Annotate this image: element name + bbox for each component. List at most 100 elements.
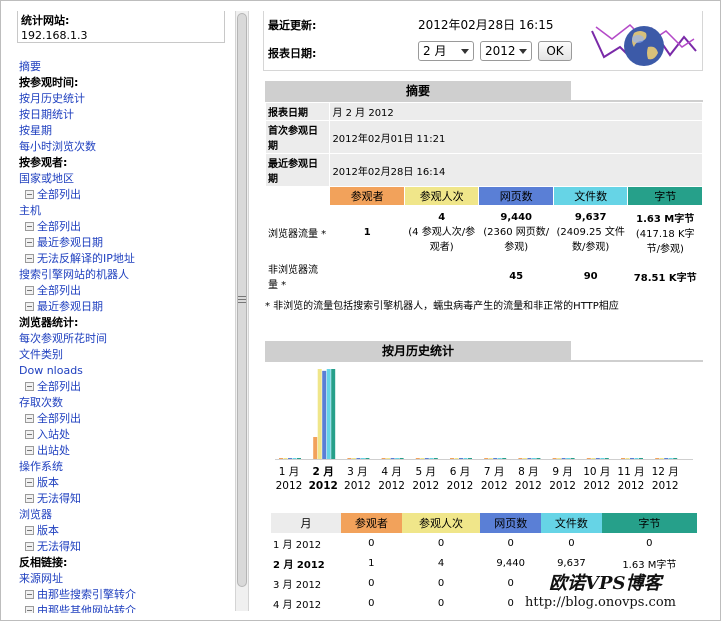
- chart-month-label: 7 月: [484, 466, 505, 478]
- chart-month-label: 5 月: [416, 466, 437, 478]
- main-frame: 最近更新: 2012年02月28日 16:15 报表日期: 2 月 2012 O…: [259, 1, 709, 613]
- list-bullet-icon: [25, 494, 34, 503]
- sidebar-item[interactable]: 无法得知: [19, 539, 233, 555]
- chart-month-label: 4 月: [381, 466, 402, 478]
- list-bullet-icon: [25, 478, 34, 487]
- chart-bar-files: [326, 369, 331, 459]
- chart-bar-pages: [527, 458, 532, 459]
- summary-table: 报表日期 月 2 月 2012 首次参观日期 2012年02月01日 11:21…: [264, 102, 703, 293]
- chart-bar-files: [600, 458, 605, 459]
- sidebar-item-label: 反相链接:: [19, 556, 68, 569]
- chart-bar-visits: [386, 458, 391, 459]
- sidebar-item-label: 主机: [19, 204, 41, 217]
- sidebar-item-label: 无法得知: [37, 492, 81, 505]
- chart-bar-visits: [488, 458, 493, 459]
- chart-bar-visitors: [313, 437, 318, 459]
- monthly-col-header: 文件数: [541, 513, 602, 534]
- sidebar-item[interactable]: 每次参观所花时间: [19, 331, 233, 347]
- sidebar-item[interactable]: 最近参观日期: [19, 235, 233, 251]
- sidebar-item[interactable]: 版本: [19, 523, 233, 539]
- sidebar-item[interactable]: 由那些其他网站转介: [19, 603, 233, 613]
- browser-files-sub: (2409.25 文件数/参观): [556, 227, 625, 253]
- sidebar-item[interactable]: 搜索引擎网站的机器人: [19, 267, 233, 283]
- report-date-value: 月 2 月 2012: [329, 102, 703, 121]
- sidebar-item[interactable]: 全部列出: [19, 379, 233, 395]
- sidebar-item[interactable]: 按日期统计: [19, 107, 233, 123]
- chart-month-label: 10 月: [583, 466, 610, 478]
- sidebar-item[interactable]: 国家或地区: [19, 171, 233, 187]
- sidebar-item[interactable]: 由那些搜索引擎转介: [19, 587, 233, 603]
- sidebar-item[interactable]: 全部列出: [19, 283, 233, 299]
- chart-bar-pages: [356, 458, 361, 459]
- sidebar-item[interactable]: 按月历史统计: [19, 91, 233, 107]
- sidebar-item[interactable]: 入站处: [19, 427, 233, 443]
- sidebar-item-label: 全部列出: [37, 220, 81, 233]
- frame-resize-grip-icon[interactable]: [237, 294, 247, 304]
- chevron-down-icon: [461, 49, 469, 54]
- chart-bar-files: [634, 458, 639, 459]
- sidebar-item[interactable]: 无法反解译的IP地址: [19, 251, 233, 267]
- monthly-col-header: 网页数: [480, 513, 542, 534]
- sidebar-item-label: 按星期: [19, 124, 52, 137]
- sidebar-item-label: 浏览器: [19, 508, 52, 521]
- chart-bar-pages: [595, 458, 600, 459]
- sidebar-item[interactable]: 按星期: [19, 123, 233, 139]
- sidebar-item[interactable]: 无法得知: [19, 491, 233, 507]
- chart-bar-visits: [522, 458, 527, 459]
- month-select[interactable]: 2 月: [418, 41, 474, 61]
- chart-month-label: 11 月: [617, 466, 644, 478]
- monthly-cell-visitors: 0: [341, 593, 402, 613]
- ok-button[interactable]: OK: [538, 41, 572, 61]
- sidebar-item[interactable]: 最近参观日期: [19, 299, 233, 315]
- sidebar-scrollbar[interactable]: [235, 11, 249, 611]
- sidebar-item-label: 搜索引擎网站的机器人: [19, 268, 129, 281]
- sidebar-item[interactable]: 主机: [19, 203, 233, 219]
- sidebar-item[interactable]: 全部列出: [19, 219, 233, 235]
- table-row: 1 月 2012 0 0 0 0 0: [271, 533, 697, 554]
- browser-visitors: 1: [329, 205, 405, 260]
- report-header: 最近更新: 2012年02月28日 16:15 报表日期: 2 月 2012 O…: [263, 11, 703, 71]
- sidebar-item[interactable]: 每小时浏览次数: [19, 139, 233, 155]
- sidebar-item[interactable]: Dow nloads: [19, 363, 233, 379]
- browser-visits-cell: 4 (4 参观人次/参观者): [403, 205, 480, 260]
- sidebar-item[interactable]: 浏览器: [19, 507, 233, 523]
- monthly-cell-visits: 0: [401, 573, 481, 594]
- list-bullet-icon: [25, 286, 34, 295]
- browser-bytes: 1.63 M字节: [636, 214, 695, 225]
- chart-year-label: 2012: [378, 480, 405, 492]
- monthly-cell-visits: 0: [401, 533, 481, 554]
- sidebar-item[interactable]: 摘要: [19, 59, 233, 75]
- sidebar-item[interactable]: 全部列出: [19, 411, 233, 427]
- chart-bar-visits: [454, 458, 459, 459]
- sidebar-item-label: 全部列出: [37, 284, 81, 297]
- list-bullet-icon: [25, 590, 34, 599]
- monthly-cell-pages: 0: [480, 573, 542, 594]
- sidebar-item[interactable]: 出站处: [19, 443, 233, 459]
- chart-bar-visitors: [279, 458, 283, 459]
- monthly-col-header: 参观者: [341, 513, 402, 534]
- chart-bar-bytes: [468, 458, 472, 459]
- sidebar-section-heading: 按参观时间:: [19, 75, 233, 91]
- table-row: 报表日期 月 2 月 2012: [264, 102, 703, 121]
- monthly-cell-visitors: 0: [341, 533, 402, 554]
- sidebar-item-label: Dow nloads: [19, 364, 83, 377]
- sidebar-item[interactable]: 版本: [19, 475, 233, 491]
- chart-year-label: 2012: [515, 480, 542, 492]
- chart-bar-bytes: [673, 458, 678, 459]
- sidebar-item[interactable]: 全部列出: [19, 187, 233, 203]
- report-date-label: 报表日期:: [268, 47, 317, 60]
- sidebar-item[interactable]: 文件类别: [19, 347, 233, 363]
- chart-bar-visitors: [552, 458, 557, 459]
- chevron-down-icon: [519, 49, 527, 54]
- sidebar-item[interactable]: 来源网址: [19, 571, 233, 587]
- sidebar-item[interactable]: 操作系统: [19, 459, 233, 475]
- chart-bar-visits: [351, 458, 356, 459]
- awstats-globe-logo-icon: [591, 24, 697, 66]
- chart-bar-visitors: [484, 458, 489, 459]
- year-select[interactable]: 2012: [480, 41, 532, 61]
- chart-month-label: 1 月: [279, 466, 300, 478]
- chart-bar-bytes: [502, 458, 507, 459]
- sidebar-item[interactable]: 存取次数: [19, 395, 233, 411]
- non-browser-traffic-row: 非浏览器流量 * 45 90 78.51 K字节: [264, 259, 703, 293]
- chart-bar-visitors: [381, 458, 386, 459]
